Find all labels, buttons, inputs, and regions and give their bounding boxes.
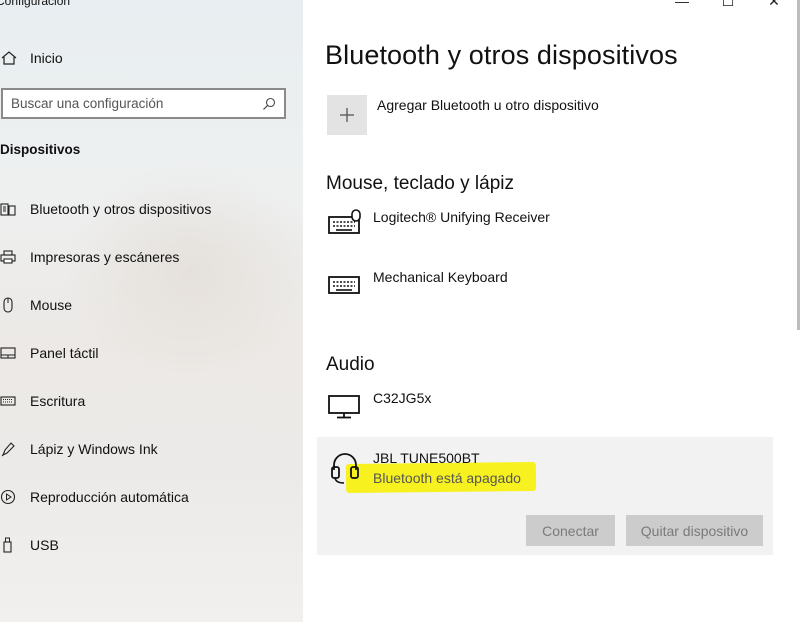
app-title: Configuración xyxy=(0,0,71,8)
home-nav-item[interactable]: Inicio xyxy=(0,47,63,69)
headset-icon xyxy=(331,453,359,484)
remove-device-button[interactable]: Quitar dispositivo xyxy=(626,515,763,546)
sidebar-item-label: Reproducción automática xyxy=(30,489,189,505)
sidebar-item-label: Mouse xyxy=(30,297,73,313)
group-title-audio: Audio xyxy=(326,354,375,375)
device-mechanical-keyboard[interactable]: Mechanical Keyboard xyxy=(373,269,508,285)
minimize-button[interactable]: — xyxy=(675,0,689,8)
printer-icon xyxy=(0,250,16,264)
usb-icon xyxy=(3,537,12,553)
sidebar-item-mouse[interactable]: Mouse xyxy=(0,293,72,317)
search-placeholder: Buscar una configuración xyxy=(11,96,164,111)
device-c32jg5x[interactable]: C32JG5x xyxy=(373,390,431,406)
keyboard-mouse-icon xyxy=(328,209,361,234)
pen-icon xyxy=(1,442,15,457)
group-title-input: Mouse, teclado y lápiz xyxy=(326,173,514,194)
sidebar-item-label: Panel táctil xyxy=(30,345,99,361)
sidebar-item-autoplay[interactable]: Reproducción automática xyxy=(0,485,189,509)
monitor-icon xyxy=(328,395,360,419)
sidebar-item-printers[interactable]: Impresoras y escáneres xyxy=(0,245,179,269)
sidebar-item-touchpad[interactable]: Panel táctil xyxy=(0,341,98,365)
add-device-label[interactable]: Agregar Bluetooth u otro dispositivo xyxy=(377,97,599,113)
search-icon[interactable] xyxy=(262,97,276,111)
sidebar-item-pen[interactable]: Lápiz y Windows Ink xyxy=(0,437,158,461)
maximize-button[interactable]: ☐ xyxy=(721,0,735,8)
connect-button[interactable]: Conectar xyxy=(526,515,615,546)
home-icon xyxy=(1,51,17,65)
plus-icon xyxy=(340,108,354,122)
section-title: Dispositivos xyxy=(0,142,81,157)
device-jbl-status: Bluetooth está apagado xyxy=(373,470,521,486)
add-device-button[interactable] xyxy=(327,95,367,135)
bluetooth-devices-icon xyxy=(0,203,16,216)
touchpad-icon xyxy=(0,347,16,359)
device-logitech[interactable]: Logitech® Unifying Receiver xyxy=(373,209,550,225)
close-button[interactable]: ✕ xyxy=(767,0,781,8)
sidebar-item-usb[interactable]: USB xyxy=(0,533,59,557)
sidebar-item-typing[interactable]: Escritura xyxy=(0,389,85,413)
sidebar-item-label: USB xyxy=(30,537,59,553)
mouse-icon xyxy=(3,297,13,313)
search-input[interactable]: Buscar una configuración xyxy=(1,88,286,119)
sidebar-item-label: Impresoras y escáneres xyxy=(30,249,180,265)
sidebar-item-label: Bluetooth y otros dispositivos xyxy=(30,201,212,217)
device-jbl-name: JBL TUNE500BT xyxy=(373,450,480,466)
sidebar-item-label: Escritura xyxy=(30,393,86,409)
sidebar-item-label: Lápiz y Windows Ink xyxy=(30,441,158,457)
page-title: Bluetooth y otros dispositivos xyxy=(325,40,678,70)
autoplay-icon xyxy=(0,489,16,505)
home-label: Inicio xyxy=(30,50,63,66)
sidebar: Configuración Inicio Buscar una configur… xyxy=(0,0,303,622)
keyboard-icon xyxy=(328,276,360,294)
keyboard-icon xyxy=(0,396,16,406)
sidebar-item-bluetooth[interactable]: Bluetooth y otros dispositivos xyxy=(0,197,211,221)
